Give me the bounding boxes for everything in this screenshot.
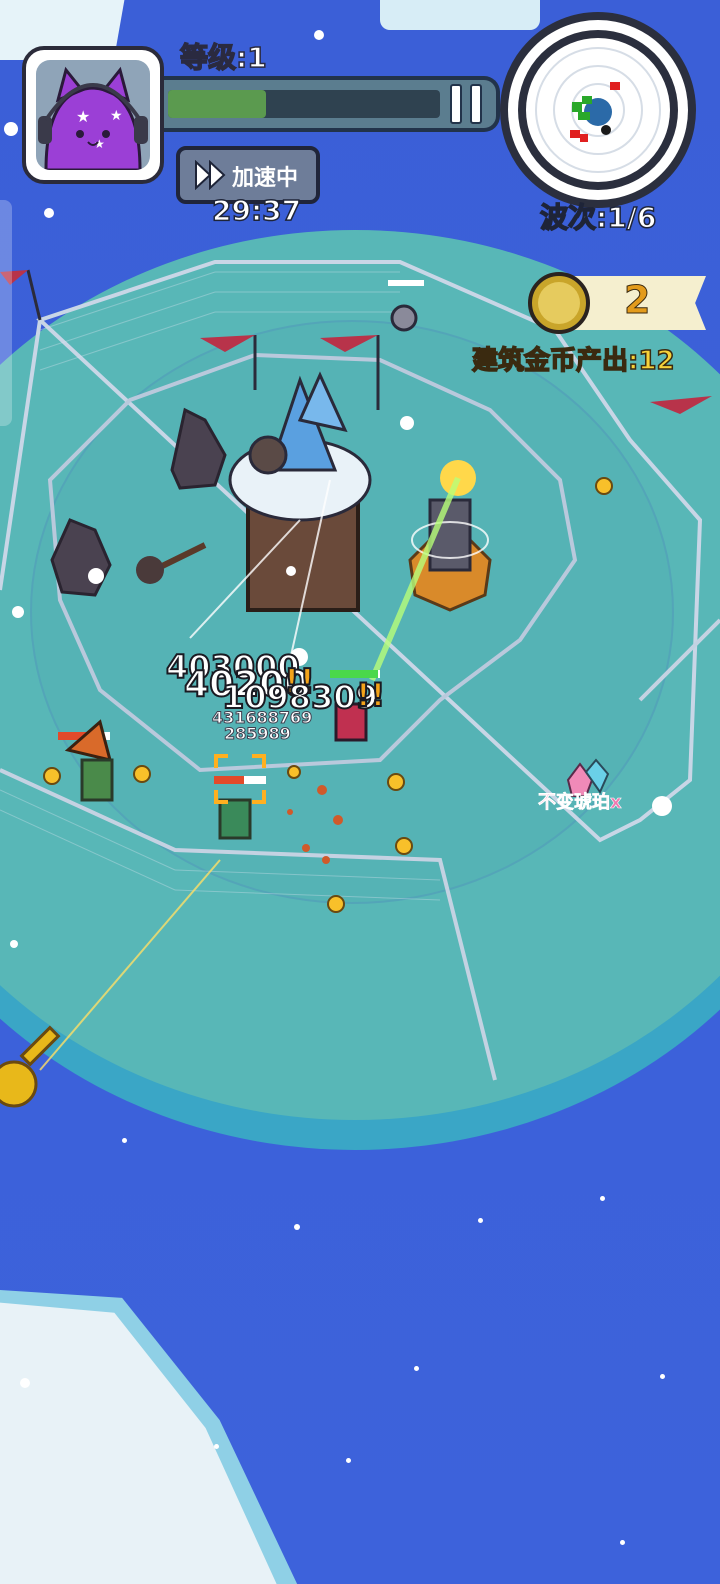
snowflake: [346, 1458, 351, 1463]
snowflake: [286, 566, 296, 576]
fast-forward-icon: [195, 160, 226, 190]
experience-track: [168, 90, 440, 118]
turret-bottom-left: [0, 1025, 61, 1108]
snowflake: [88, 568, 104, 584]
coin-icon: [528, 272, 590, 334]
enemies: [58, 280, 424, 840]
damage-number-small: 285989: [224, 724, 292, 744]
pickup-label: 不变琥珀x: [538, 792, 622, 814]
snowflake: [122, 1138, 127, 1143]
snowflake: [652, 796, 672, 816]
coin-icon-face: [538, 282, 580, 324]
snowflake: [12, 606, 24, 618]
cat-avatar-icon: ★ ★ ★: [38, 66, 148, 170]
player-avatar[interactable]: ★ ★ ★: [22, 46, 164, 184]
speed-up-label: 加速中: [232, 166, 299, 191]
snowflake: [414, 1366, 419, 1371]
minimap-face: [526, 38, 670, 182]
minimap-graphics: [535, 47, 661, 173]
snowflake: [4, 122, 18, 136]
building-income: 建筑金币产出:12: [471, 345, 675, 377]
snowflake: [214, 1444, 219, 1449]
minimap-border: [518, 30, 678, 190]
pause-icon-bar: [470, 84, 482, 124]
minimap-enemy-marker: [580, 134, 588, 142]
snowflake: [10, 940, 18, 948]
ice-tower: [228, 371, 372, 612]
minimap-enemy-marker: [610, 82, 620, 90]
svg-text:★: ★: [76, 107, 90, 126]
avatar-portrait: ★ ★ ★: [36, 60, 150, 170]
snowflake: [620, 1540, 625, 1545]
coin-count: 2: [623, 278, 651, 323]
svg-text:★: ★: [110, 108, 123, 124]
damage-crit-mark: !!: [355, 675, 386, 715]
game-scene[interactable]: 403000 40200 !! 1098309 !! 431688769 285…: [0, 0, 720, 1584]
snowflake: [400, 416, 414, 430]
minimap-enemy-marker: [570, 130, 580, 138]
wave-counter: 波次:1/6: [539, 200, 657, 235]
snowflake: [660, 1374, 665, 1379]
minimap[interactable]: [500, 12, 696, 208]
snowflake: [44, 208, 54, 218]
player-level: 等级:1: [179, 40, 267, 75]
minimap-ring: [508, 20, 688, 200]
pickaxe: [136, 542, 207, 584]
minimap-building-marker: [582, 96, 592, 104]
pause-button[interactable]: [450, 84, 490, 124]
experience-fill: [168, 90, 266, 118]
snowflake: [314, 30, 324, 40]
minimap-building-marker: [578, 112, 590, 120]
minimap-building-marker: [572, 102, 582, 112]
snowflake: [600, 1196, 605, 1201]
gold-tower: [408, 460, 492, 612]
game-timer: 29:37: [211, 193, 302, 228]
pause-icon-bar: [450, 84, 462, 124]
snowflake: [478, 1218, 483, 1223]
side-drawer-handle[interactable]: [0, 200, 12, 426]
snowflake: [20, 1378, 30, 1388]
snowflake: [294, 1224, 300, 1230]
minimap-player-marker: [601, 125, 611, 135]
